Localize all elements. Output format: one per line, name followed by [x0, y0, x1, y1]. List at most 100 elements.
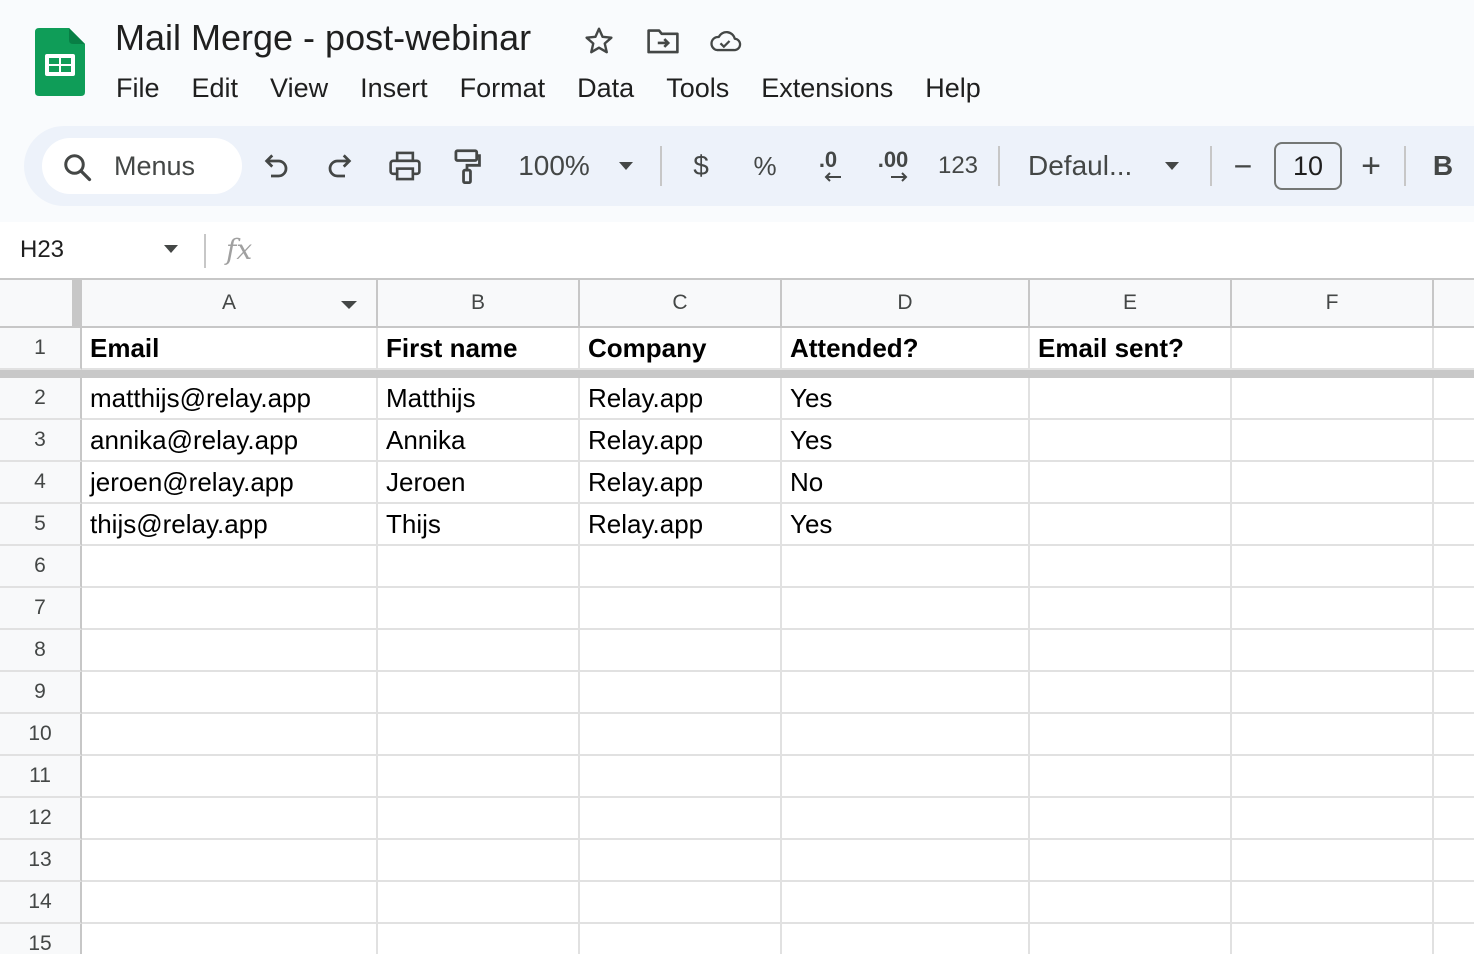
row-header-6[interactable]: 6	[0, 546, 82, 588]
table-cell[interactable]	[1030, 504, 1232, 546]
table-cell[interactable]	[378, 756, 580, 798]
row-header-11[interactable]: 11	[0, 756, 82, 798]
table-cell[interactable]	[1434, 378, 1474, 420]
table-cell[interactable]	[1030, 798, 1232, 840]
font-family-select[interactable]: Defaul...	[1028, 126, 1138, 206]
table-cell[interactable]	[1434, 714, 1474, 756]
table-cell[interactable]	[1030, 462, 1232, 504]
table-cell[interactable]	[1434, 630, 1474, 672]
row-header-8[interactable]: 8	[0, 630, 82, 672]
table-cell[interactable]	[1030, 924, 1232, 954]
search-menus-input[interactable]: Menus	[42, 138, 242, 194]
name-box-dropdown-icon[interactable]	[162, 242, 180, 256]
cloud-saved-icon[interactable]	[708, 24, 742, 58]
column-header-c[interactable]: C	[580, 280, 782, 328]
header-cell[interactable]: Email sent?	[1030, 328, 1232, 370]
table-cell[interactable]	[82, 798, 378, 840]
table-cell[interactable]	[782, 672, 1030, 714]
column-header-f[interactable]: F	[1232, 280, 1434, 328]
table-cell[interactable]	[1434, 756, 1474, 798]
table-cell[interactable]	[1030, 378, 1232, 420]
more-formats-button[interactable]: 123	[934, 126, 982, 206]
table-cell[interactable]	[782, 924, 1030, 954]
row-header-1[interactable]: 1	[0, 328, 82, 370]
table-cell[interactable]	[82, 588, 378, 630]
menu-edit[interactable]: Edit	[176, 68, 255, 108]
table-cell[interactable]: Relay.app	[580, 420, 782, 462]
print-button[interactable]	[384, 126, 426, 206]
table-cell[interactable]	[1030, 882, 1232, 924]
table-cell[interactable]: matthijs@relay.app	[82, 378, 378, 420]
row-header-3[interactable]: 3	[0, 420, 82, 462]
zoom-dropdown-icon[interactable]	[614, 126, 638, 206]
currency-format-button[interactable]: $	[686, 126, 716, 206]
increase-font-size-button[interactable]: +	[1356, 126, 1386, 206]
table-cell[interactable]	[1232, 798, 1434, 840]
table-cell[interactable]: Annika	[378, 420, 580, 462]
header-cell[interactable]: Attended?	[782, 328, 1030, 370]
table-cell[interactable]: Relay.app	[580, 504, 782, 546]
menu-format[interactable]: Format	[444, 68, 562, 108]
row-header-12[interactable]: 12	[0, 798, 82, 840]
table-cell[interactable]	[580, 924, 782, 954]
header-cell[interactable]: First name	[378, 328, 580, 370]
table-cell[interactable]	[1030, 672, 1232, 714]
table-cell[interactable]	[1434, 924, 1474, 954]
column-header-e[interactable]: E	[1030, 280, 1232, 328]
table-cell[interactable]	[580, 630, 782, 672]
table-cell[interactable]	[1232, 630, 1434, 672]
menu-file[interactable]: File	[100, 68, 176, 108]
menu-data[interactable]: Data	[561, 68, 650, 108]
frozen-row-divider[interactable]	[0, 370, 1474, 378]
table-cell[interactable]	[378, 840, 580, 882]
select-all-corner[interactable]	[0, 280, 82, 328]
table-cell[interactable]	[1232, 378, 1434, 420]
row-header-2[interactable]: 2	[0, 378, 82, 420]
undo-button[interactable]	[256, 126, 296, 206]
row-header-9[interactable]: 9	[0, 672, 82, 714]
row-header-7[interactable]: 7	[0, 588, 82, 630]
move-folder-icon[interactable]	[646, 24, 680, 58]
table-cell[interactable]	[378, 588, 580, 630]
column-header-g[interactable]	[1434, 280, 1474, 328]
header-cell[interactable]: Company	[580, 328, 782, 370]
table-cell[interactable]	[580, 546, 782, 588]
percent-format-button[interactable]: %	[748, 126, 782, 206]
table-cell[interactable]	[82, 672, 378, 714]
bold-button[interactable]: B	[1426, 126, 1460, 206]
column-header-d[interactable]: D	[782, 280, 1030, 328]
row-header-10[interactable]: 10	[0, 714, 82, 756]
table-cell[interactable]	[782, 588, 1030, 630]
filter-dropdown-icon[interactable]	[340, 300, 358, 310]
table-cell[interactable]	[782, 546, 1030, 588]
table-cell[interactable]	[82, 840, 378, 882]
column-header-a[interactable]: A	[82, 280, 378, 328]
row-header-4[interactable]: 4	[0, 462, 82, 504]
table-cell[interactable]	[82, 756, 378, 798]
spreadsheet-grid[interactable]: A B C D E F 1 Email First name Company Attended? Em…	[0, 278, 1474, 954]
paint-format-button[interactable]	[448, 126, 486, 206]
table-cell[interactable]	[82, 630, 378, 672]
table-cell[interactable]	[1030, 420, 1232, 462]
menu-help[interactable]: Help	[909, 68, 997, 108]
table-cell[interactable]	[378, 546, 580, 588]
name-box[interactable]: H23	[20, 222, 64, 278]
menu-tools[interactable]: Tools	[650, 68, 745, 108]
table-cell[interactable]	[82, 546, 378, 588]
table-cell[interactable]	[782, 630, 1030, 672]
table-cell[interactable]	[1030, 546, 1232, 588]
font-size-input[interactable]: 10	[1274, 142, 1342, 190]
table-cell[interactable]	[782, 882, 1030, 924]
column-header-b[interactable]: B	[378, 280, 580, 328]
menu-extensions[interactable]: Extensions	[745, 68, 909, 108]
table-cell[interactable]	[378, 714, 580, 756]
table-cell[interactable]	[782, 714, 1030, 756]
star-icon[interactable]	[582, 24, 616, 58]
table-cell[interactable]	[1232, 420, 1434, 462]
table-cell[interactable]	[82, 924, 378, 954]
decrease-font-size-button[interactable]: −	[1228, 126, 1258, 206]
table-cell[interactable]	[1434, 882, 1474, 924]
table-cell[interactable]	[1232, 504, 1434, 546]
table-cell[interactable]: thijs@relay.app	[82, 504, 378, 546]
table-cell[interactable]	[1232, 672, 1434, 714]
